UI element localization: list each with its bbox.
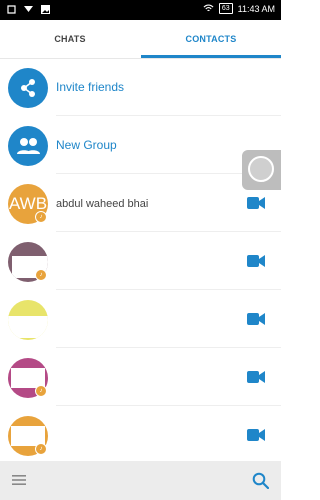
tab-bar: CHATS CONTACTS xyxy=(0,20,281,58)
battery-indicator: 63 xyxy=(218,3,233,14)
wifi-icon xyxy=(203,4,214,12)
contact-name: abdul waheed bhai xyxy=(56,198,149,210)
avatar xyxy=(8,300,48,340)
share-icon xyxy=(21,79,35,97)
search-icon[interactable] xyxy=(252,472,269,489)
download-icon xyxy=(24,6,33,12)
video-call-icon[interactable] xyxy=(247,429,265,441)
tab-contacts[interactable]: CONTACTS xyxy=(141,20,281,58)
app-badge-icon: ♪ xyxy=(35,443,47,455)
tab-chats[interactable]: CHATS xyxy=(0,20,140,58)
video-call-icon[interactable] xyxy=(247,371,265,383)
bottom-bar xyxy=(0,461,281,500)
new-group-label: New Group xyxy=(56,138,117,152)
assistive-touch-icon xyxy=(248,156,274,182)
video-call-icon[interactable] xyxy=(247,197,265,209)
status-bar: 63 11:43 AM xyxy=(0,0,281,20)
contact-row[interactable]: AWB ♪ abdul waheed bhai xyxy=(0,174,281,232)
video-call-icon[interactable] xyxy=(247,255,265,267)
app-badge-icon: ♪ xyxy=(35,385,47,397)
clock: 11:43 AM xyxy=(237,3,275,14)
group-icon xyxy=(17,138,40,154)
contact-row[interactable]: ♪ xyxy=(0,348,281,406)
app-badge-icon: ♪ xyxy=(35,211,47,223)
share-icon-circle xyxy=(8,68,48,108)
notification-icon xyxy=(7,5,16,14)
video-call-icon[interactable] xyxy=(247,313,265,325)
menu-icon[interactable] xyxy=(12,475,26,485)
app-badge-icon: ♪ xyxy=(35,269,47,281)
contact-row[interactable]: ♪ xyxy=(0,406,281,464)
invite-friends-row[interactable]: Invite friends xyxy=(0,58,281,116)
assistive-touch-button[interactable] xyxy=(242,150,281,190)
new-group-row[interactable]: New Group xyxy=(0,116,281,174)
contact-row[interactable]: ♪ xyxy=(0,232,281,290)
group-icon-circle xyxy=(8,126,48,166)
image-icon xyxy=(41,5,50,14)
contact-row[interactable] xyxy=(0,290,281,348)
invite-friends-label: Invite friends xyxy=(56,80,125,94)
